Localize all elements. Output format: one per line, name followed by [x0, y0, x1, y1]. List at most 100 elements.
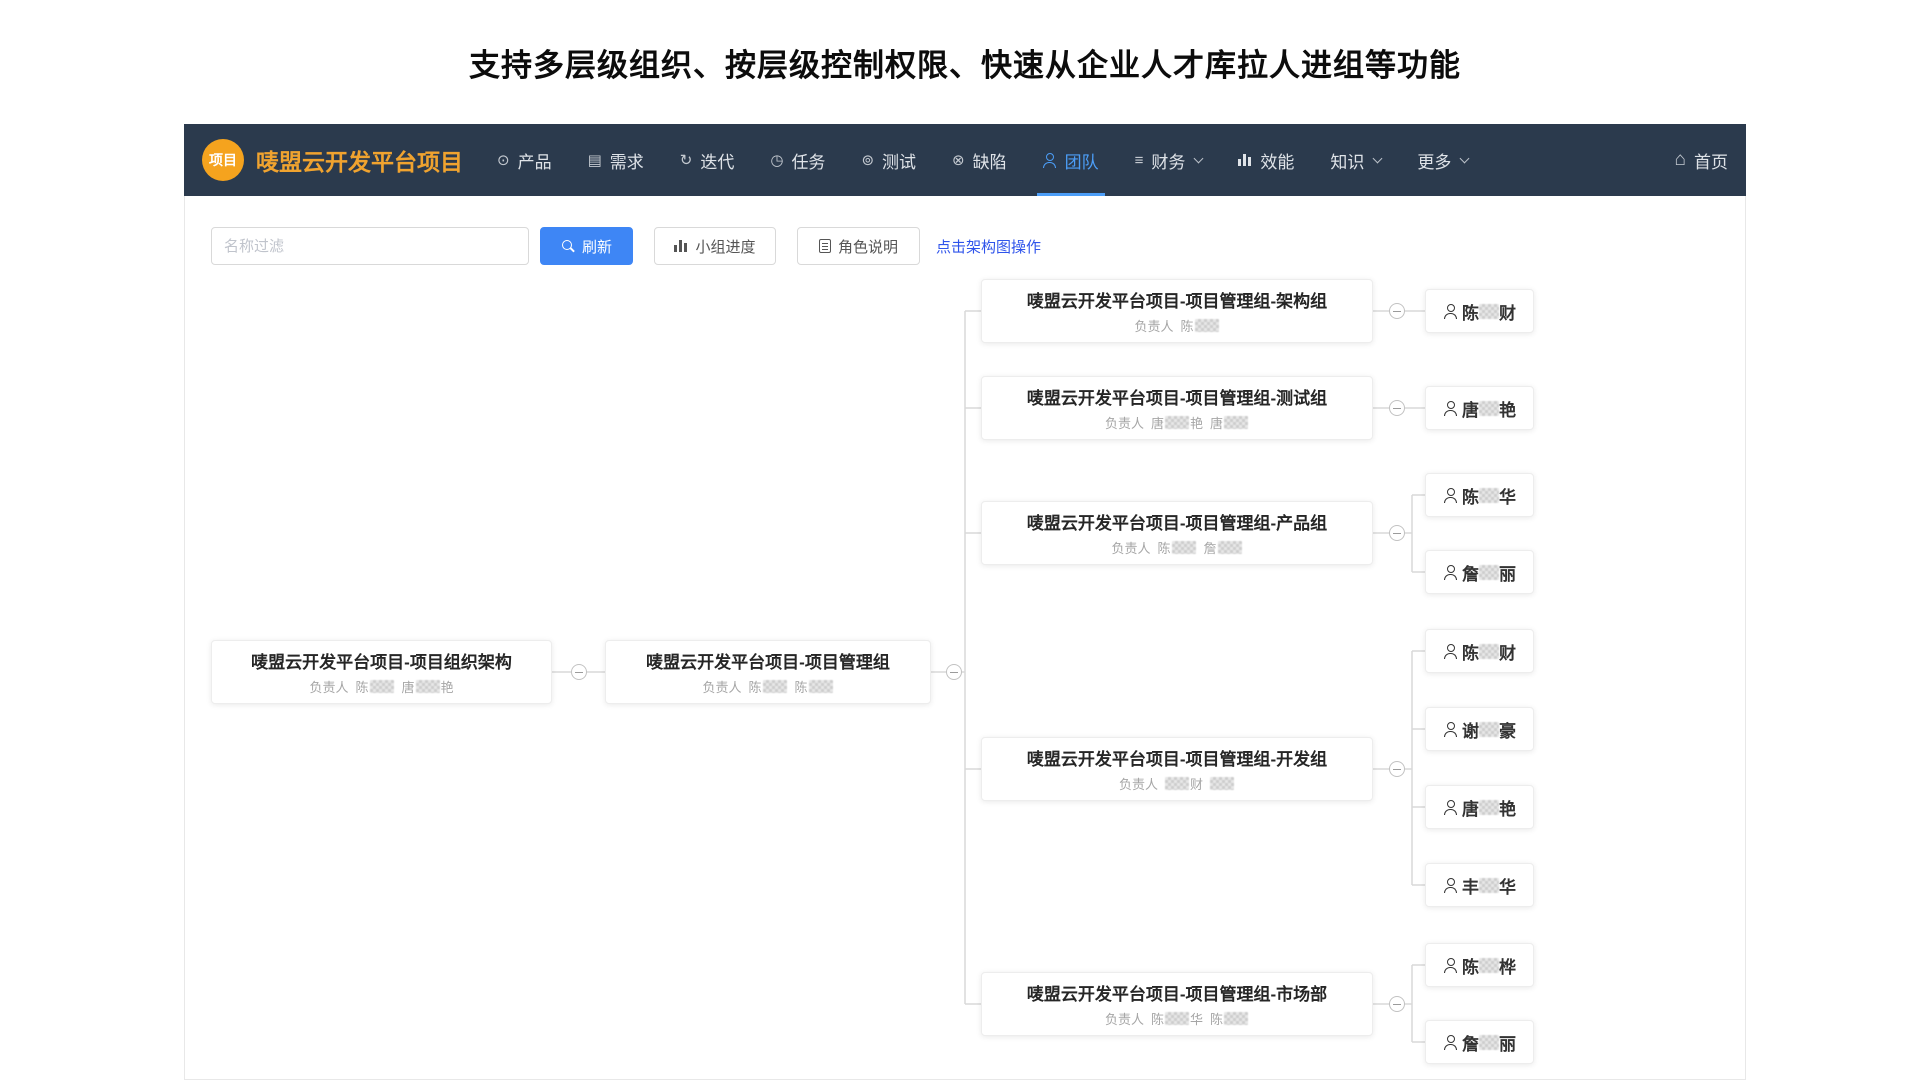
member-card[interactable]: 谢豪	[1425, 707, 1534, 751]
nav-label: 团队	[1065, 148, 1099, 173]
collapse-toggle[interactable]	[1389, 303, 1405, 319]
redacted-name	[1165, 1012, 1189, 1025]
nav-label: 财务	[1151, 148, 1185, 173]
nav-label: 产品	[518, 148, 552, 173]
member-card[interactable]: 陈财	[1425, 289, 1534, 333]
member-name: 詹丽	[1462, 1030, 1516, 1055]
nav-label: 首页	[1694, 148, 1728, 173]
nav-item-team[interactable]: 团队	[1043, 124, 1099, 196]
nav-label: 效能	[1260, 148, 1294, 173]
member-name: 詹丽	[1462, 560, 1516, 585]
role-description-button[interactable]: 角色说明	[797, 227, 920, 265]
person-icon	[1443, 1035, 1457, 1050]
project-logo: 项目	[202, 139, 244, 181]
redacted-name	[370, 680, 394, 693]
member-card[interactable]: 詹丽	[1425, 1020, 1534, 1064]
nav-item-defect[interactable]: ⊗ 缺陷	[952, 124, 1007, 196]
org-node-manager[interactable]: 唛盟云开发平台项目-项目管理组 负责人 陈 陈	[605, 640, 931, 704]
team-person-icon	[1043, 153, 1057, 168]
member-card[interactable]: 丰华	[1425, 863, 1534, 907]
member-card[interactable]: 陈华	[1425, 473, 1534, 517]
owner-label: 负责人	[1105, 413, 1144, 432]
redacted-name	[1479, 304, 1499, 319]
nav-label: 缺陷	[973, 148, 1007, 173]
app-window: 项目 唛盟云开发平台项目 ⊙ 产品 ▤ 需求 ↻ 迭代 ◷ 任务 ⊚ 测试	[184, 124, 1746, 1080]
diagram-action-link[interactable]: 点击架构图操作	[936, 227, 1041, 265]
org-node-product-group[interactable]: 唛盟云开发平台项目-项目管理组-产品组 负责人 陈 詹	[981, 501, 1373, 565]
nav-item-requirement[interactable]: ▤ 需求	[588, 124, 644, 196]
node-title: 唛盟云开发平台项目-项目管理组-架构组	[1027, 287, 1327, 312]
nav-item-task[interactable]: ◷ 任务	[770, 124, 825, 196]
nav-item-finance[interactable]: ≡ 财务	[1135, 124, 1203, 196]
redacted-name	[1218, 541, 1242, 554]
product-icon: ⊙	[497, 151, 510, 169]
performance-bars-icon	[1238, 154, 1252, 166]
person-icon	[1443, 958, 1457, 973]
nav-item-more[interactable]: 更多	[1417, 124, 1468, 196]
document-icon	[819, 239, 831, 253]
person-icon	[1443, 644, 1457, 659]
nav-label: 迭代	[700, 148, 734, 173]
redacted-name	[416, 680, 440, 693]
member-card[interactable]: 陈桦	[1425, 943, 1534, 987]
home-icon: ⌂	[1675, 149, 1686, 171]
redacted-name	[1224, 1012, 1248, 1025]
collapse-toggle[interactable]	[946, 664, 962, 680]
nav-label: 需求	[610, 148, 644, 173]
owner-label: 负责人	[1119, 774, 1158, 793]
test-icon: ⊚	[861, 151, 874, 169]
node-owner: 负责人 陈 陈	[702, 677, 833, 696]
group-progress-button[interactable]: 小组进度	[654, 227, 776, 265]
node-title: 唛盟云开发平台项目-项目管理组-测试组	[1027, 384, 1327, 409]
person-icon	[1443, 488, 1457, 503]
collapse-toggle[interactable]	[571, 664, 587, 680]
collapse-toggle[interactable]	[1389, 761, 1405, 777]
nav-item-test[interactable]: ⊚ 测试	[861, 124, 916, 196]
member-name: 陈华	[1462, 483, 1516, 508]
org-node-root[interactable]: 唛盟云开发平台项目-项目组织架构 负责人 陈 唐艳	[211, 640, 552, 704]
requirement-icon: ▤	[588, 151, 602, 169]
member-card[interactable]: 唐艳	[1425, 386, 1534, 430]
page-heading: 支持多层级组织、按层级控制权限、快速从企业人才库拉人进组等功能	[184, 40, 1746, 85]
collapse-toggle[interactable]	[1389, 525, 1405, 541]
search-icon	[561, 239, 575, 253]
collapse-toggle[interactable]	[1389, 400, 1405, 416]
refresh-label: 刷新	[582, 236, 612, 257]
owner-label: 负责人	[1111, 538, 1150, 557]
collapse-toggle[interactable]	[1389, 996, 1405, 1012]
owner-label: 负责人	[1105, 1009, 1144, 1028]
nav-label: 更多	[1417, 148, 1451, 173]
node-title: 唛盟云开发平台项目-项目管理组-市场部	[1027, 980, 1327, 1005]
refresh-button[interactable]: 刷新	[540, 227, 633, 265]
org-node-dev-group[interactable]: 唛盟云开发平台项目-项目管理组-开发组 负责人 财	[981, 737, 1373, 801]
org-node-market-dept[interactable]: 唛盟云开发平台项目-项目管理组-市场部 负责人 陈华 陈	[981, 972, 1373, 1036]
member-card[interactable]: 陈财	[1425, 629, 1534, 673]
name-filter-input[interactable]	[211, 227, 529, 265]
top-navbar: 项目 唛盟云开发平台项目 ⊙ 产品 ▤ 需求 ↻ 迭代 ◷ 任务 ⊚ 测试	[184, 124, 1746, 196]
nav-item-product[interactable]: ⊙ 产品	[497, 124, 552, 196]
member-name: 丰华	[1462, 873, 1516, 898]
member-card[interactable]: 詹丽	[1425, 550, 1534, 594]
redacted-name	[1479, 488, 1499, 503]
org-node-test-group[interactable]: 唛盟云开发平台项目-项目管理组-测试组 负责人 唐艳 唐	[981, 376, 1373, 440]
member-name: 陈财	[1462, 299, 1516, 324]
member-card[interactable]: 唐艳	[1425, 785, 1534, 829]
nav-item-home[interactable]: ⌂ 首页	[1675, 124, 1728, 196]
nav-item-iteration[interactable]: ↻ 迭代	[680, 124, 735, 196]
nav-item-knowledge[interactable]: 知识	[1330, 124, 1381, 196]
org-node-architecture-group[interactable]: 唛盟云开发平台项目-项目管理组-架构组 负责人 陈	[981, 279, 1373, 343]
node-owner: 负责人 陈华 陈	[1105, 1009, 1249, 1028]
node-owner: 负责人 陈 唐艳	[309, 677, 453, 696]
person-icon	[1443, 401, 1457, 416]
owner-label: 负责人	[1134, 316, 1173, 335]
node-owner: 负责人 陈	[1134, 316, 1219, 335]
node-owner: 负责人 唐艳 唐	[1105, 413, 1249, 432]
chevron-down-icon	[1460, 153, 1470, 163]
member-name: 唐艳	[1462, 795, 1516, 820]
person-icon	[1443, 800, 1457, 815]
nav-label: 测试	[882, 148, 916, 173]
redacted-name	[763, 680, 787, 693]
nav-item-performance[interactable]: 效能	[1238, 124, 1294, 196]
redacted-name	[1479, 565, 1499, 580]
member-name: 陈桦	[1462, 953, 1516, 978]
